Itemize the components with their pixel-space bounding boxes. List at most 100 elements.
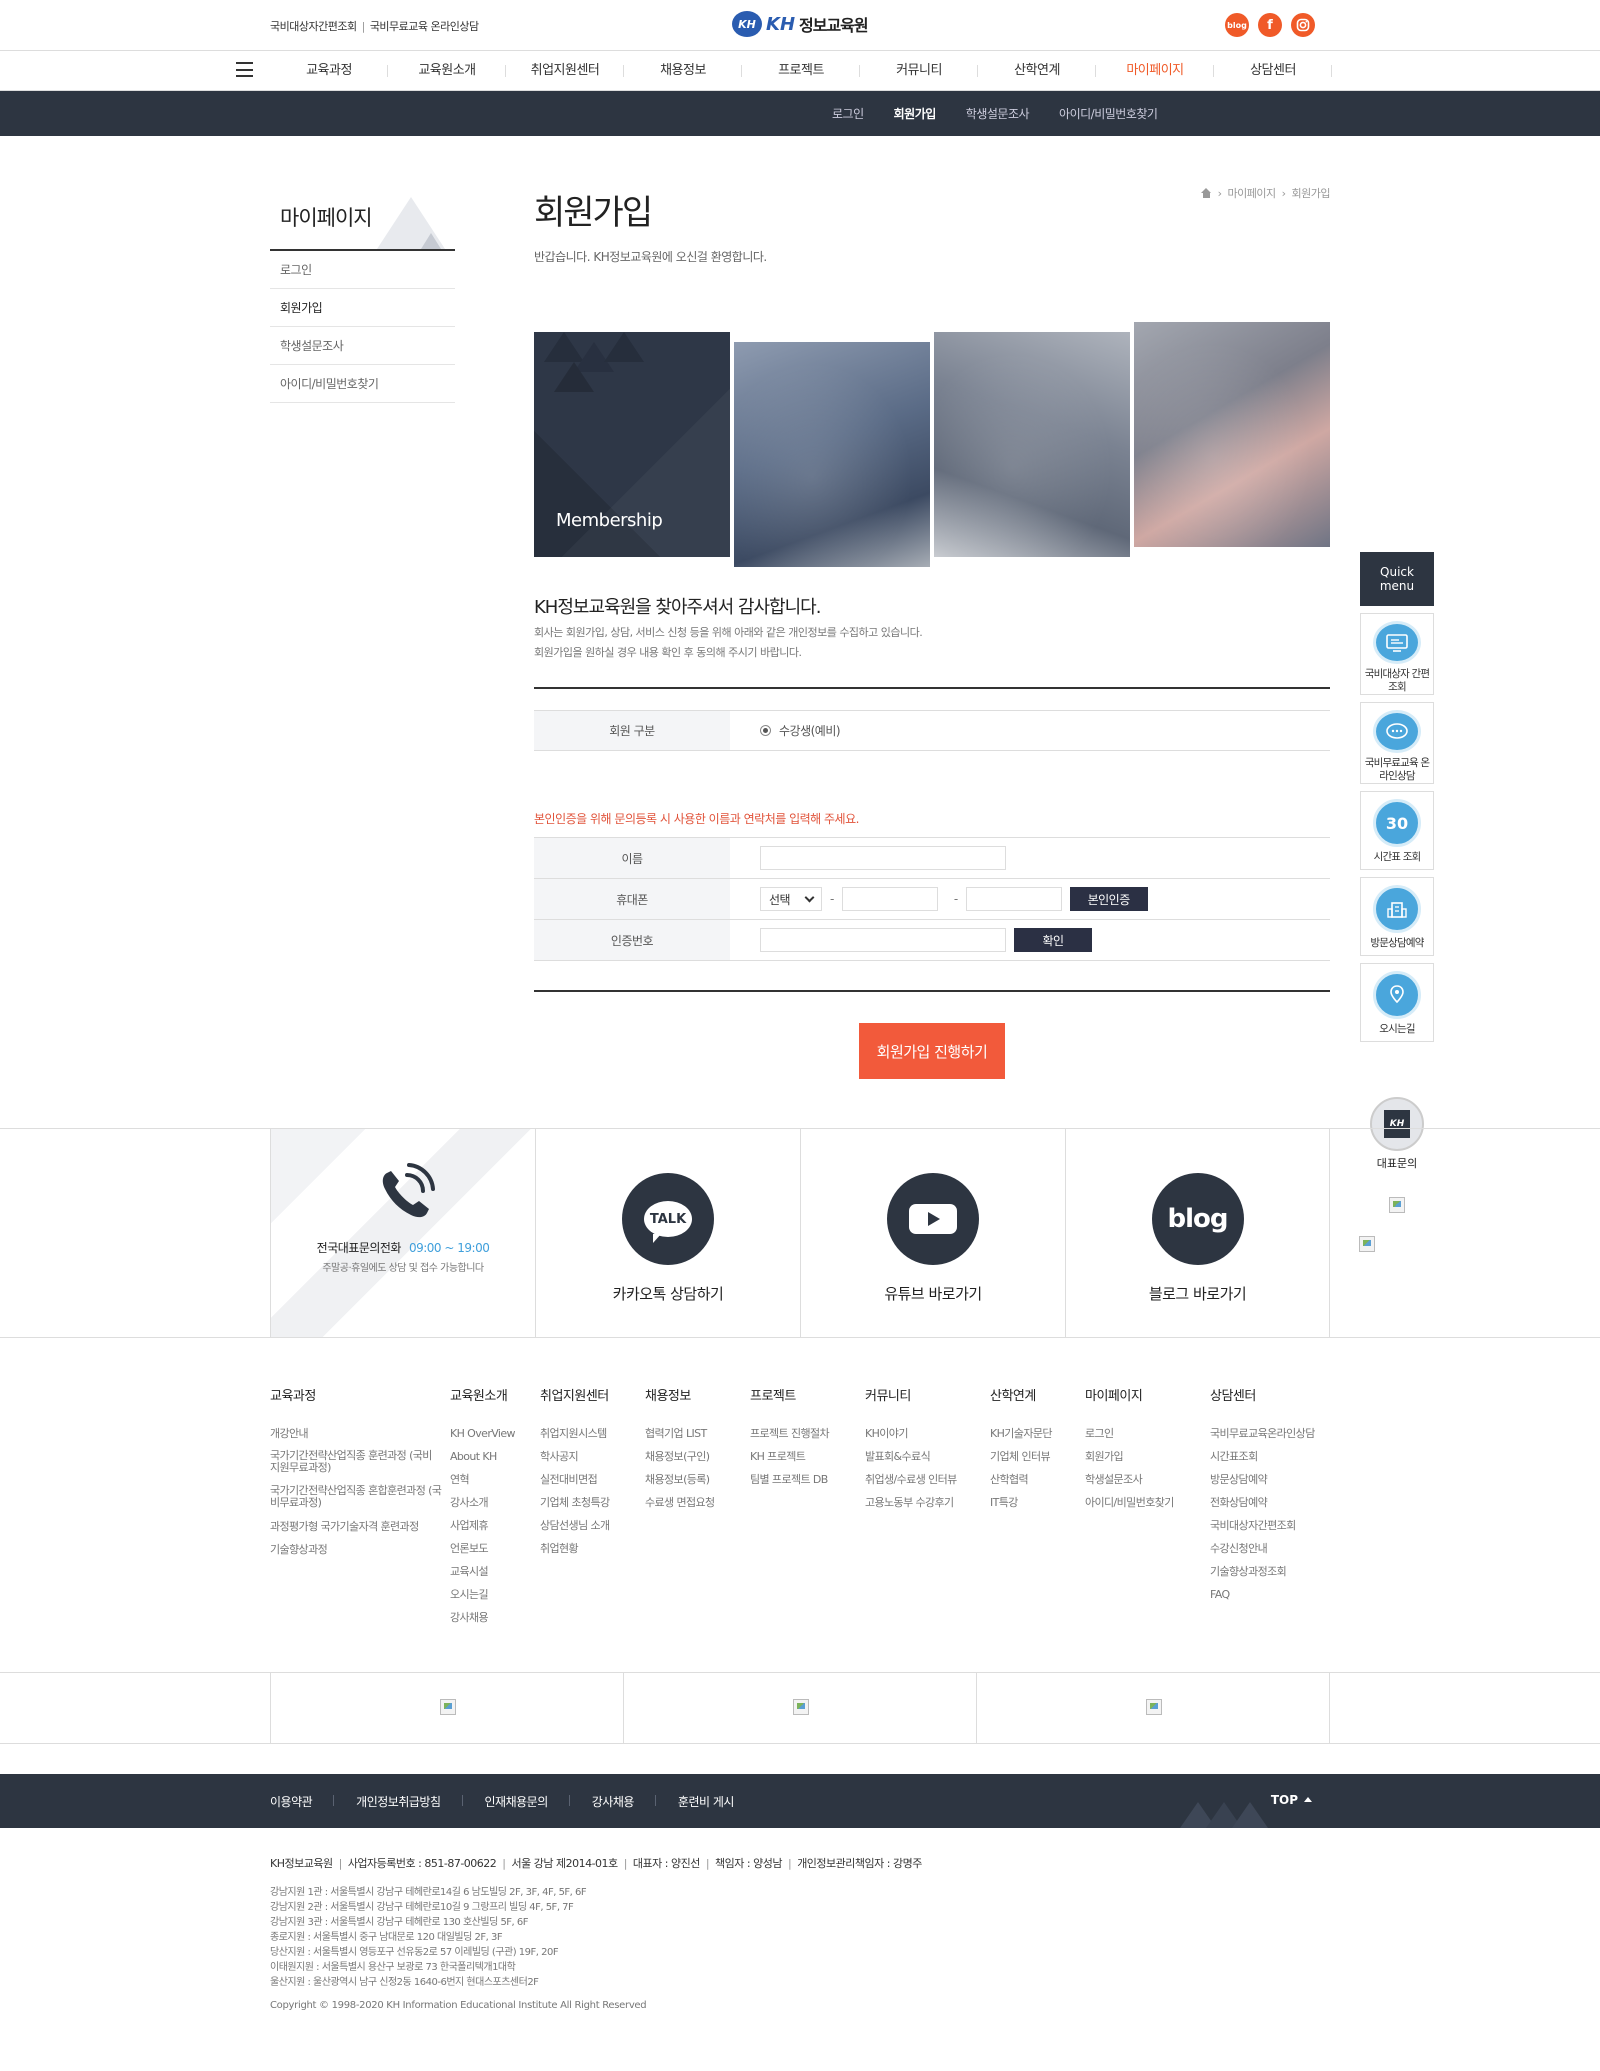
phone-last-input[interactable] [965,887,1062,911]
sitemap-link[interactable]: 강사소개 [450,1491,515,1514]
blog-link[interactable]: blog 블로그 바로가기 [1065,1129,1330,1337]
sitemap-link[interactable]: 개강안내 [270,1422,448,1445]
sitemap-link[interactable]: 강사채용 [450,1606,515,1629]
sitemap-link[interactable]: 취업생/수료생 인터뷰 [865,1468,957,1491]
sitemap-link[interactable]: 국가기간전략산업직종 훈련과정 (국비지원무료과정) [270,1445,440,1480]
partner-banner-1[interactable] [270,1673,623,1743]
gnb-item-projects[interactable]: 프로젝트 [742,51,860,91]
gnb-item-jobs[interactable]: 채용정보 [624,51,742,91]
sitemap-link[interactable]: 회원가입 [1085,1445,1174,1468]
top-link-gov-lookup[interactable]: 국비대상자간편조회 [270,20,357,33]
sitemap-link[interactable]: 언론보도 [450,1537,515,1560]
gnb-item-mypage[interactable]: 마이페이지 [1096,51,1214,91]
sitemap-link[interactable]: 실전대비면접 [540,1468,610,1491]
sitemap-link[interactable]: 기업체 초청특강 [540,1491,610,1514]
sitemap-link[interactable]: 발표회&수료식 [865,1445,957,1468]
sitemap-link[interactable]: 기업체 인터뷰 [990,1445,1052,1468]
sitemap-link[interactable]: 학사공지 [540,1445,610,1468]
sitemap-link[interactable]: 국가기간전략산업직종 혼합훈련과정 (국비무료과정) [270,1480,448,1515]
sitemap-link[interactable]: 취업현황 [540,1537,610,1560]
sitemap-link[interactable]: 기술향상과정조회 [1210,1560,1315,1583]
sitemap-link[interactable]: 연혁 [450,1468,515,1491]
footer-link-recruit-inquiry[interactable]: 인재채용문의 [485,1793,571,1810]
sidebar-item-join[interactable]: 회원가입 [270,289,455,327]
sitemap-link[interactable]: About KH [450,1445,515,1468]
join-submit-button[interactable]: 회원가입 진행하기 [859,1023,1005,1079]
youtube-link[interactable]: 유튜브 바로가기 [800,1129,1065,1337]
sitemap-link[interactable]: 시간표조회 [1210,1445,1315,1468]
subnav-item-login[interactable]: 로그인 [832,105,864,122]
sitemap-link[interactable]: 사업제휴 [450,1514,515,1537]
sitemap-link[interactable]: 채용정보(등록) [645,1468,715,1491]
sitemap-link[interactable]: KH 프로젝트 [750,1445,829,1468]
breadcrumb-mypage[interactable]: 마이페이지 [1228,185,1277,201]
sitemap-link[interactable]: KH기술자문단 [990,1422,1052,1445]
sitemap-link[interactable]: 기술향상과정 [270,1538,448,1561]
quick-item-visit-reservation[interactable]: 방문상담예약 [1360,877,1434,956]
menu-icon[interactable] [236,62,253,77]
sidebar-item-find-account[interactable]: 아이디/비밀번호찾기 [270,365,455,403]
sitemap-link[interactable]: FAQ [1210,1583,1315,1606]
name-input[interactable] [760,846,1006,870]
member-type-label: 회원 구분 [534,711,730,750]
partner-banner-3[interactable] [976,1673,1330,1743]
sitemap-link[interactable]: 교육시설 [450,1560,515,1583]
sitemap-link[interactable]: 협력기업 LIST [645,1422,715,1445]
sitemap-link[interactable]: 수강신청안내 [1210,1537,1315,1560]
sitemap-link[interactable]: IT특강 [990,1491,1052,1514]
sitemap-link[interactable]: 프로젝트 진행절차 [750,1422,830,1445]
sitemap-link[interactable]: 전화상담예약 [1210,1491,1315,1514]
sitemap-link[interactable]: 방문상담예약 [1210,1468,1315,1491]
quick-item-timetable[interactable]: 30 시간표 조회 [1360,791,1434,870]
subnav-item-join[interactable]: 회원가입 [894,105,937,122]
sitemap-link[interactable]: KH이야기 [865,1422,957,1445]
facebook-icon[interactable]: f [1258,13,1282,37]
footer-link-tuition[interactable]: 훈련비 게시 [678,1793,756,1810]
sitemap-link[interactable]: 국비무료교육온라인상담 [1210,1422,1315,1445]
instagram-icon[interactable] [1291,13,1315,37]
sitemap-link[interactable]: 오시는길 [450,1583,515,1606]
kakaotalk-link[interactable]: TALK 카카오톡 상담하기 [535,1129,800,1337]
sidebar-item-survey[interactable]: 학생설문조사 [270,327,455,365]
sitemap-link[interactable]: 팀별 프로젝트 DB [750,1468,829,1491]
gnb-item-community[interactable]: 커뮤니티 [860,51,978,91]
blog-icon[interactable]: blog [1225,13,1249,37]
sitemap-link[interactable]: 채용정보(구인) [645,1445,715,1468]
quick-item-gov-lookup[interactable]: 국비대상자 간편조회 [1360,613,1434,695]
sitemap-link[interactable]: 학생설문조사 [1085,1468,1174,1491]
sitemap-link[interactable]: 상담선생님 소개 [540,1514,610,1537]
footer-link-instructor-recruit[interactable]: 강사채용 [592,1793,657,1810]
member-type-radio[interactable] [760,725,771,736]
sidebar-item-login[interactable]: 로그인 [270,251,455,289]
sitemap-link[interactable]: 수료생 면접요청 [645,1491,715,1514]
top-link-online-consult[interactable]: 국비무료교육 온라인상담 [370,20,479,33]
subnav-item-find-account[interactable]: 아이디/비밀번호찾기 [1059,105,1158,122]
gnb-item-consult[interactable]: 상담센터 [1214,51,1332,91]
sitemap-link[interactable]: 고용노동부 수강후기 [865,1491,957,1514]
gnb-item-career-center[interactable]: 취업지원센터 [506,51,624,91]
sitemap-link[interactable]: KH OverView [450,1422,516,1445]
scroll-top-button[interactable]: TOP [1180,1774,1330,1828]
sitemap-link[interactable]: 취업지원시스템 [540,1422,610,1445]
confirm-button[interactable]: 확인 [1014,928,1092,952]
footer-link-terms[interactable]: 이용약관 [270,1793,335,1810]
quick-item-online-consult[interactable]: 국비무료교육 온라인상담 [1360,702,1434,784]
gnb-item-industry[interactable]: 산학연계 [978,51,1096,91]
subnav-item-survey[interactable]: 학생설문조사 [966,105,1030,122]
partner-banner-2[interactable] [623,1673,976,1743]
sitemap-link[interactable]: 아이디/비밀번호찾기 [1085,1491,1174,1514]
gnb-item-education[interactable]: 교육과정 [270,51,388,91]
site-logo[interactable]: KH KH 정보교육원 [732,11,869,37]
phone-prefix-select[interactable]: 선택 [760,887,822,911]
verify-button[interactable]: 본인인증 [1069,887,1148,911]
sitemap-link[interactable]: 산학협력 [990,1468,1052,1491]
phone-middle-input[interactable] [841,887,938,911]
sitemap-link[interactable]: 과정평가형 국가기술자격 훈련과정 [270,1515,448,1538]
quick-item-directions[interactable]: 오시는길 [1360,963,1434,1042]
sitemap-link[interactable]: 국비대상자간편조회 [1210,1514,1315,1537]
sitemap-link[interactable]: 로그인 [1085,1422,1174,1445]
gnb-item-about[interactable]: 교육원소개 [388,51,506,91]
home-icon[interactable] [1200,188,1212,198]
footer-link-privacy[interactable]: 개인정보취급방침 [356,1793,463,1810]
verification-code-input[interactable] [760,928,1006,952]
